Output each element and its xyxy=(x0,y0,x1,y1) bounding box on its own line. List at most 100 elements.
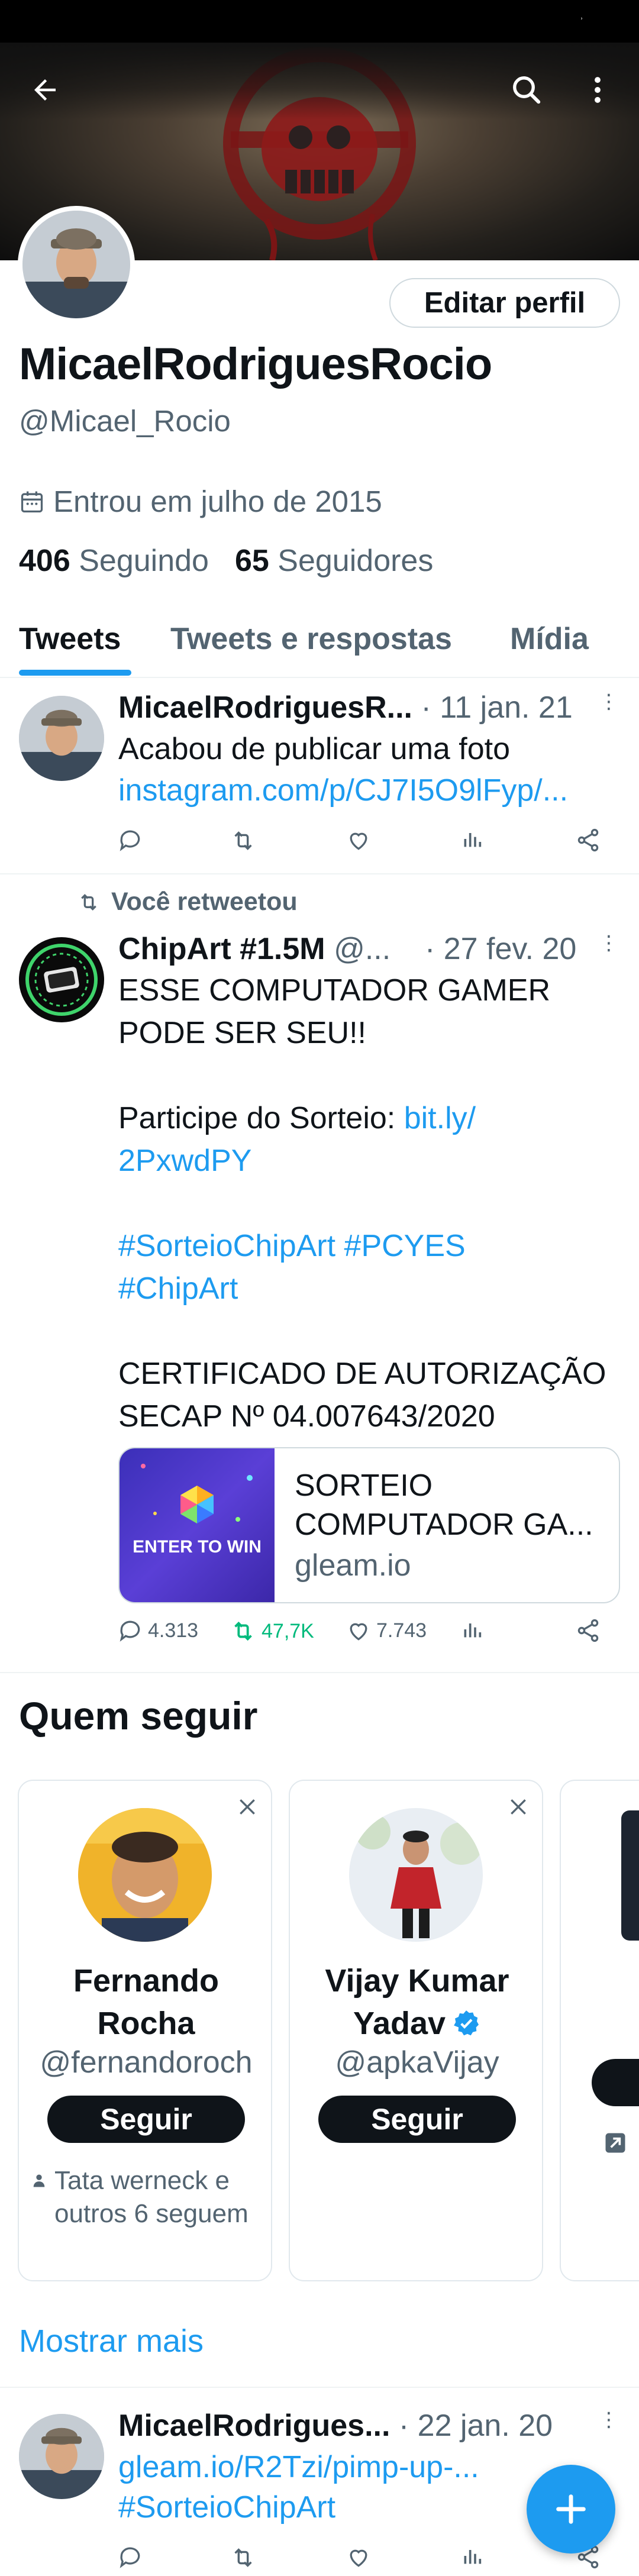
suggestion-avatar[interactable] xyxy=(349,1808,483,1942)
tweet-hashtag[interactable]: #ChipArt xyxy=(118,1271,238,1306)
reply-button[interactable]: 4.313 xyxy=(117,1618,198,1644)
author-handle[interactable]: @... xyxy=(334,932,390,966)
retweet-small-icon xyxy=(81,893,96,911)
share-icon xyxy=(577,1619,599,1642)
tweet-link[interactable]: gleam.io/R2Tzi/pimp-up-... xyxy=(118,2449,479,2485)
like-button[interactable] xyxy=(346,2544,372,2570)
divider xyxy=(0,873,639,874)
dismiss-icon[interactable] xyxy=(506,1795,530,1819)
author-avatar[interactable] xyxy=(19,2414,104,2499)
reply-icon xyxy=(120,1621,140,1642)
tweet-actions xyxy=(117,2544,614,2576)
share-icon xyxy=(577,828,599,852)
analytics-button[interactable] xyxy=(460,2544,484,2568)
active-tab-indicator xyxy=(19,670,131,676)
analytics-button[interactable] xyxy=(460,1618,484,1641)
tweet-hashtag[interactable]: #SorteioChipArt xyxy=(118,2490,335,2525)
tweet-more-button[interactable]: ⋮ xyxy=(599,2410,619,2449)
suggestion-name-line: Fernando xyxy=(73,1963,219,1999)
author-name[interactable]: ChipArt #1.5M xyxy=(118,932,325,966)
author-avatar[interactable] xyxy=(19,937,104,1022)
search-icon xyxy=(513,76,541,104)
card-title-line: SORTEIO xyxy=(295,1468,433,1503)
suggestion-name-line: Vijay Kumar xyxy=(325,1963,509,1999)
show-more-link[interactable]: Mostrar mais xyxy=(19,2323,204,2359)
tweet-link-continued[interactable]: 2PxwdPY xyxy=(118,1143,251,1179)
suggestion-name-line: Yadav xyxy=(353,2006,446,2041)
follow-suggestion-card[interactable]: Fernando Rocha @fernandoroch Seguir Tata… xyxy=(18,1780,272,2281)
suggestion-name: Fernando Rocha xyxy=(19,1960,271,2045)
reply-count: 4.313 xyxy=(148,1619,199,1642)
tweet-hashtags[interactable]: #SorteioChipArt #PCYES xyxy=(118,1228,466,1264)
social-context: Tata werneck e outros 6 seguem xyxy=(31,2164,267,2230)
tab-media[interactable]: Mídia xyxy=(510,621,589,657)
suggestion-name: Vijay Kumar Yadav xyxy=(290,1960,542,2045)
search-button[interactable] xyxy=(498,62,555,118)
retweet-button[interactable] xyxy=(230,2544,257,2571)
reply-button[interactable] xyxy=(117,2544,143,2570)
retweet-icon xyxy=(234,831,252,850)
follow-stats: 406 Seguindo 65 Seguidores xyxy=(19,543,433,579)
suggestion-name-line: Rocha xyxy=(97,2006,195,2041)
person-icon xyxy=(33,2174,45,2187)
tweet-text-line: Participe do Sorteio: bit.ly/ xyxy=(118,1100,476,1136)
retweet-button[interactable] xyxy=(230,827,257,854)
heart-icon xyxy=(350,2549,367,2567)
tab-tweets[interactable]: Tweets xyxy=(19,621,121,657)
follow-suggestion-card-partial[interactable] xyxy=(560,1780,639,2281)
more-vertical-icon xyxy=(595,77,601,103)
tweet-header: ChipArt #1.5M @... xyxy=(118,931,390,967)
tweet-more-button[interactable]: ⋮ xyxy=(599,933,619,973)
profile-avatar[interactable] xyxy=(18,206,135,323)
tweet-link[interactable]: bit.ly/ xyxy=(404,1101,476,1135)
tweet-actions xyxy=(117,827,614,863)
signal-icon: ˒ xyxy=(580,11,583,22)
follow-button-partial[interactable] xyxy=(592,2059,639,2106)
follow-button[interactable]: Seguir xyxy=(318,2096,516,2143)
follow-button[interactable]: Seguir xyxy=(47,2096,245,2143)
promoted-icon xyxy=(605,2133,625,2153)
following-count: 406 xyxy=(19,544,70,578)
author-name[interactable]: MicaelRodriguesR... xyxy=(118,690,412,725)
followers-link[interactable]: 65 Seguidores xyxy=(235,544,433,578)
analytics-icon xyxy=(464,833,482,847)
like-button[interactable] xyxy=(346,827,372,853)
like-button[interactable]: 7.743 xyxy=(346,1618,427,1644)
tweet-text-line: PODE SER SEU!! xyxy=(118,1016,366,1050)
dismiss-icon[interactable] xyxy=(235,1795,259,1819)
link-preview-card[interactable]: ENTER TO WIN SORTEIO COMPUTADOR GA... gl… xyxy=(118,1447,620,1603)
tab-tweets-and-replies[interactable]: Tweets e respostas xyxy=(170,621,452,657)
follow-suggestion-card[interactable]: Vijay Kumar Yadav @apkaVijay Seguir xyxy=(289,1780,543,2281)
followers-label: Seguidores xyxy=(277,544,434,578)
plus-icon xyxy=(556,2494,586,2524)
author-avatar[interactable] xyxy=(19,696,104,781)
divider xyxy=(0,1672,639,1673)
divider xyxy=(0,2387,639,2388)
reply-icon xyxy=(120,830,140,851)
share-button[interactable] xyxy=(575,1618,601,1644)
tweet-date[interactable]: · 27 fev. 20 xyxy=(425,931,576,967)
tweet-link[interactable]: instagram.com/p/CJ7I5O9lFyp/... xyxy=(118,773,568,808)
analytics-icon xyxy=(464,1623,482,1638)
followers-count: 65 xyxy=(234,544,269,578)
suggestion-name-row: Yadav xyxy=(290,2002,542,2045)
analytics-button[interactable] xyxy=(460,827,484,851)
tweet-header: MicaelRodrigues... · 22 jan. 20 xyxy=(118,2408,553,2443)
retweet-button[interactable]: 47,7K xyxy=(230,1618,314,1645)
tab-next-partial[interactable]: ​ xyxy=(633,621,639,657)
retweet-icon xyxy=(234,1621,252,1641)
reply-button[interactable] xyxy=(117,827,143,853)
tweet-more-button[interactable]: ⋮ xyxy=(599,692,619,731)
suggestion-avatar[interactable] xyxy=(78,1808,212,1942)
author-name[interactable]: MicaelRodrigues... xyxy=(118,2409,390,2443)
more-options-button[interactable] xyxy=(569,62,626,118)
back-button[interactable] xyxy=(17,62,73,118)
tweet-date[interactable]: · 22 jan. 20 xyxy=(399,2409,553,2443)
tweet-date[interactable]: · 11 jan. 21 xyxy=(421,690,572,725)
who-to-follow-title: Quem seguir xyxy=(19,1694,258,1738)
compose-tweet-button[interactable] xyxy=(527,2465,615,2554)
edit-profile-button[interactable]: Editar perfil xyxy=(389,278,620,328)
following-link[interactable]: 406 Seguindo xyxy=(19,544,209,578)
joined-text: Entrou em julho de 2015 xyxy=(53,485,382,518)
share-button[interactable] xyxy=(575,827,601,853)
